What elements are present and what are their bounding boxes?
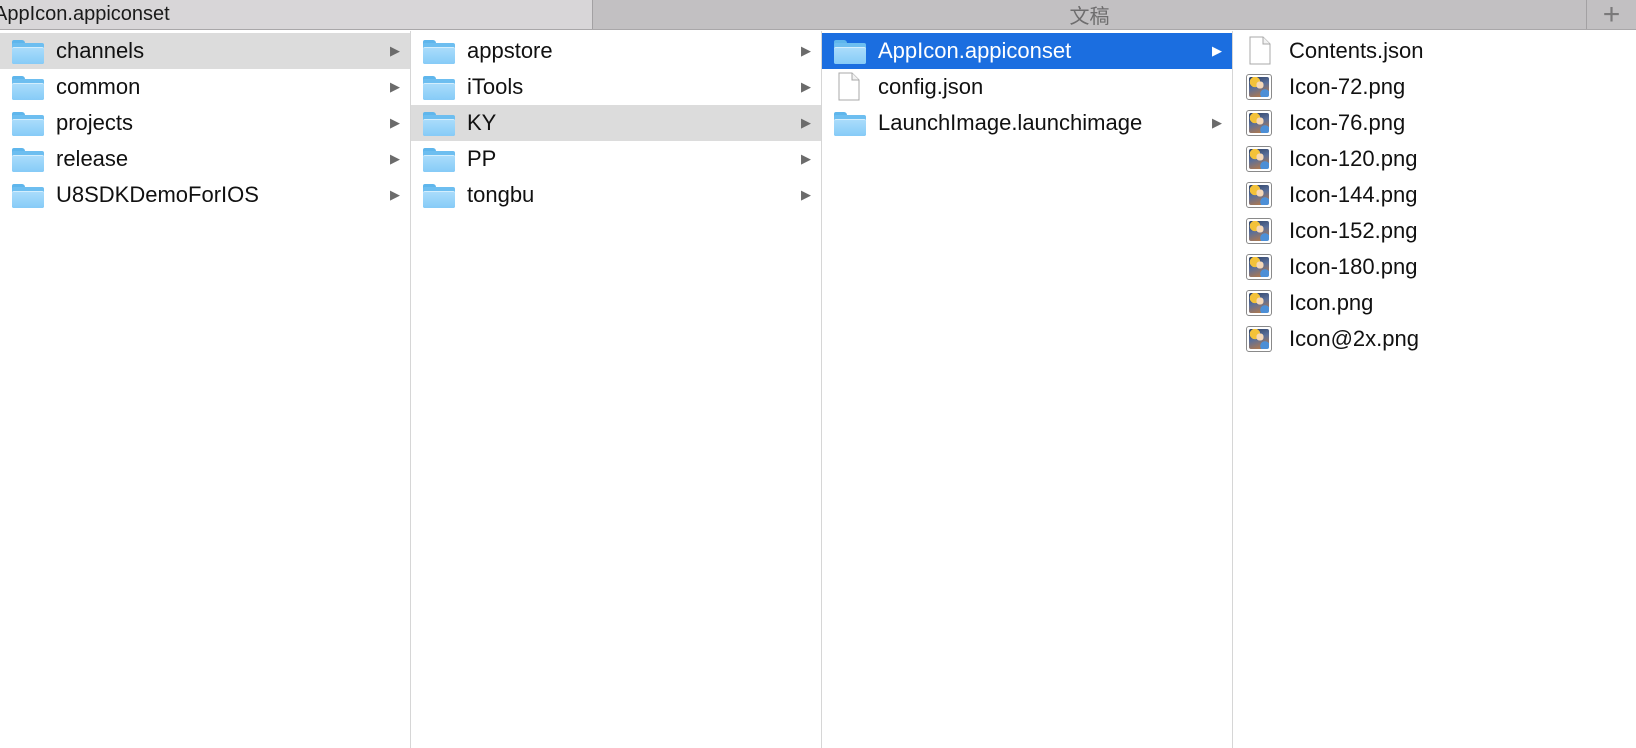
tab-documents[interactable]: 文稿: [593, 0, 1587, 29]
item-label: Icon-120.png: [1289, 146, 1418, 171]
folder-icon: [834, 112, 866, 136]
column-3-item[interactable]: LaunchImage.launchimage ▶: [822, 105, 1232, 141]
item-label: Contents.json: [1289, 38, 1424, 63]
disclosure-arrow-icon: ▶: [801, 43, 811, 58]
disclosure-arrow-icon: ▶: [390, 151, 400, 166]
column-4-item[interactable]: Icon-180.png: [1233, 249, 1636, 285]
tab-appiconset[interactable]: AppIcon.appiconset: [0, 0, 593, 29]
disclosure-arrow-icon: ▶: [801, 79, 811, 94]
disclosure-arrow-icon: ▶: [390, 43, 400, 58]
column-1-item[interactable]: channels ▶: [0, 33, 410, 69]
browser-column-2[interactable]: appstore ▶ iTools ▶ KY ▶ PP ▶ tongbu ▶: [411, 31, 822, 748]
item-label: Icon-144.png: [1289, 182, 1418, 207]
folder-icon: [423, 40, 455, 64]
image-icon: [1246, 182, 1272, 208]
column-2-item[interactable]: tongbu ▶: [411, 177, 821, 213]
column-4-item[interactable]: Icon-76.png: [1233, 105, 1636, 141]
item-label: channels: [56, 38, 145, 63]
disclosure-arrow-icon: ▶: [801, 151, 811, 166]
disclosure-arrow-icon: ▶: [1212, 43, 1222, 58]
image-icon: [1246, 218, 1272, 244]
item-label: iTools: [467, 74, 524, 99]
item-label: Icon-180.png: [1289, 254, 1418, 279]
column-2-item[interactable]: PP ▶: [411, 141, 821, 177]
item-label: common: [56, 74, 141, 99]
column-4-item[interactable]: Contents.json: [1233, 33, 1636, 69]
column-4-item[interactable]: Icon-152.png: [1233, 213, 1636, 249]
disclosure-arrow-icon: ▶: [801, 115, 811, 130]
tab-bar: AppIcon.appiconset 文稿 +: [0, 0, 1636, 30]
item-label: U8SDKDemoForIOS: [56, 182, 259, 207]
column-4-item[interactable]: Icon-72.png: [1233, 69, 1636, 105]
folder-icon: [12, 76, 44, 100]
column-1-item[interactable]: U8SDKDemoForIOS ▶: [0, 177, 410, 213]
folder-icon: [12, 184, 44, 208]
item-label: LaunchImage.launchimage: [878, 110, 1143, 135]
document-icon: [1249, 36, 1271, 65]
disclosure-arrow-icon: ▶: [1212, 115, 1222, 130]
column-3-item[interactable]: AppIcon.appiconset ▶: [822, 33, 1232, 69]
image-icon: [1246, 326, 1272, 352]
folder-icon: [12, 148, 44, 172]
column-3-item[interactable]: config.json: [822, 69, 1232, 105]
folder-icon: [834, 40, 866, 64]
item-label: Icon-72.png: [1289, 74, 1406, 99]
column-4-item[interactable]: Icon@2x.png: [1233, 321, 1636, 357]
disclosure-arrow-icon: ▶: [390, 79, 400, 94]
item-label: Icon-152.png: [1289, 218, 1418, 243]
column-1-item[interactable]: projects ▶: [0, 105, 410, 141]
image-icon: [1246, 290, 1272, 316]
column-2-item[interactable]: appstore ▶: [411, 33, 821, 69]
folder-icon: [423, 148, 455, 172]
disclosure-arrow-icon: ▶: [390, 187, 400, 202]
item-label: projects: [56, 110, 134, 135]
column-1-item[interactable]: release ▶: [0, 141, 410, 177]
folder-icon: [423, 76, 455, 100]
tab-label: AppIcon.appiconset: [0, 3, 170, 25]
disclosure-arrow-icon: ▶: [390, 115, 400, 130]
column-4-item[interactable]: Icon-144.png: [1233, 177, 1636, 213]
image-icon: [1246, 74, 1272, 100]
column-2-item[interactable]: iTools ▶: [411, 69, 821, 105]
column-2-item[interactable]: KY ▶: [411, 105, 821, 141]
column-4-item[interactable]: Icon-120.png: [1233, 141, 1636, 177]
item-label: Icon-76.png: [1289, 110, 1406, 135]
item-label: release: [56, 146, 129, 171]
tab-label: 文稿: [1069, 6, 1110, 28]
browser-column-1[interactable]: channels ▶ common ▶ projects ▶ release ▶ U8SDKDe…: [0, 31, 411, 748]
image-icon: [1246, 254, 1272, 280]
browser-column-3[interactable]: AppIcon.appiconset ▶ config.json LaunchImag…: [822, 31, 1233, 748]
disclosure-arrow-icon: ▶: [801, 187, 811, 202]
item-label: Icon.png: [1289, 290, 1374, 315]
item-label: tongbu: [467, 182, 535, 207]
folder-icon: [423, 112, 455, 136]
item-label: config.json: [878, 74, 984, 99]
image-icon: [1246, 110, 1272, 136]
document-icon: [838, 72, 860, 101]
browser-column-4[interactable]: Contents.json Icon-72.png Icon-76.png Icon-…: [1233, 31, 1636, 748]
item-label: PP: [467, 146, 497, 171]
finder-window: AppIcon.appiconset 文稿 + channels ▶ common ▶…: [0, 0, 1636, 748]
folder-icon: [12, 112, 44, 136]
column-4-item[interactable]: Icon.png: [1233, 285, 1636, 321]
item-label: KY: [467, 110, 497, 135]
folder-icon: [12, 40, 44, 64]
image-icon: [1246, 146, 1272, 172]
new-tab-button[interactable]: +: [1587, 0, 1636, 29]
column-1-item[interactable]: common ▶: [0, 69, 410, 105]
item-label: AppIcon.appiconset: [878, 38, 1072, 63]
plus-icon: +: [1602, 0, 1621, 31]
folder-icon: [423, 184, 455, 208]
item-label: appstore: [467, 38, 553, 63]
item-label: Icon@2x.png: [1289, 326, 1419, 351]
